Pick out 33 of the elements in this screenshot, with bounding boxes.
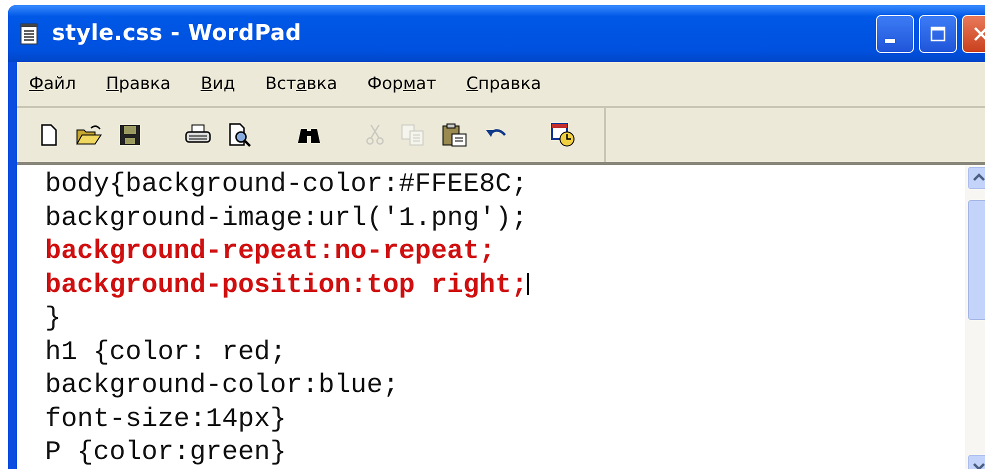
maximize-icon [930,26,946,42]
scroll-thumb[interactable] [968,200,985,320]
close-icon [973,26,985,42]
code-line: } [45,303,62,336]
new-document-icon[interactable] [39,124,59,146]
code-line: background-position:top right; [45,270,530,302]
printer-icon[interactable] [185,124,211,146]
minimize-icon [885,38,895,42]
menu-item[interactable]: Правка [106,74,171,94]
calendar-clock-icon[interactable] [551,123,575,147]
code-line: h1 {color: red; [45,336,288,370]
code-line: body{background-color:#FFEE8C; [45,169,528,202]
menu-item[interactable]: Вставка [265,74,338,94]
menu-item[interactable]: Формат [367,74,436,94]
maximize-button[interactable] [919,14,957,52]
minimize-button[interactable] [876,14,914,52]
notepad-icon [20,22,38,44]
menu-item[interactable]: Файл [29,74,76,94]
vertical-scrollbar[interactable] [965,165,985,469]
text-caret [527,273,529,296]
folder-icon[interactable] [76,124,102,146]
menu-item[interactable]: Справка [466,74,542,94]
menu-item[interactable]: Вид [200,74,236,94]
code-line: font-size:14px} [45,404,288,436]
clipboard-icon[interactable] [442,123,468,147]
text-editor[interactable]: body{background-color:#FFEE8C; background-image:url('1.png'); background-repeat:no-repeat; background-position:top right; } h1 {color: red; background-color:blue; font-size:14px} P {color:green} [17,162,985,469]
scroll-up-icon[interactable] [968,167,985,189]
code-line: P {color:green} [45,437,288,469]
code-line: background-image:url('1.png'); [45,202,528,236]
code-line: background-repeat:no-repeat; [45,236,496,269]
window-title: style.css - WordPad [52,21,302,46]
print-preview-icon[interactable] [228,123,252,147]
code-line: background-color:blue; [45,370,400,403]
